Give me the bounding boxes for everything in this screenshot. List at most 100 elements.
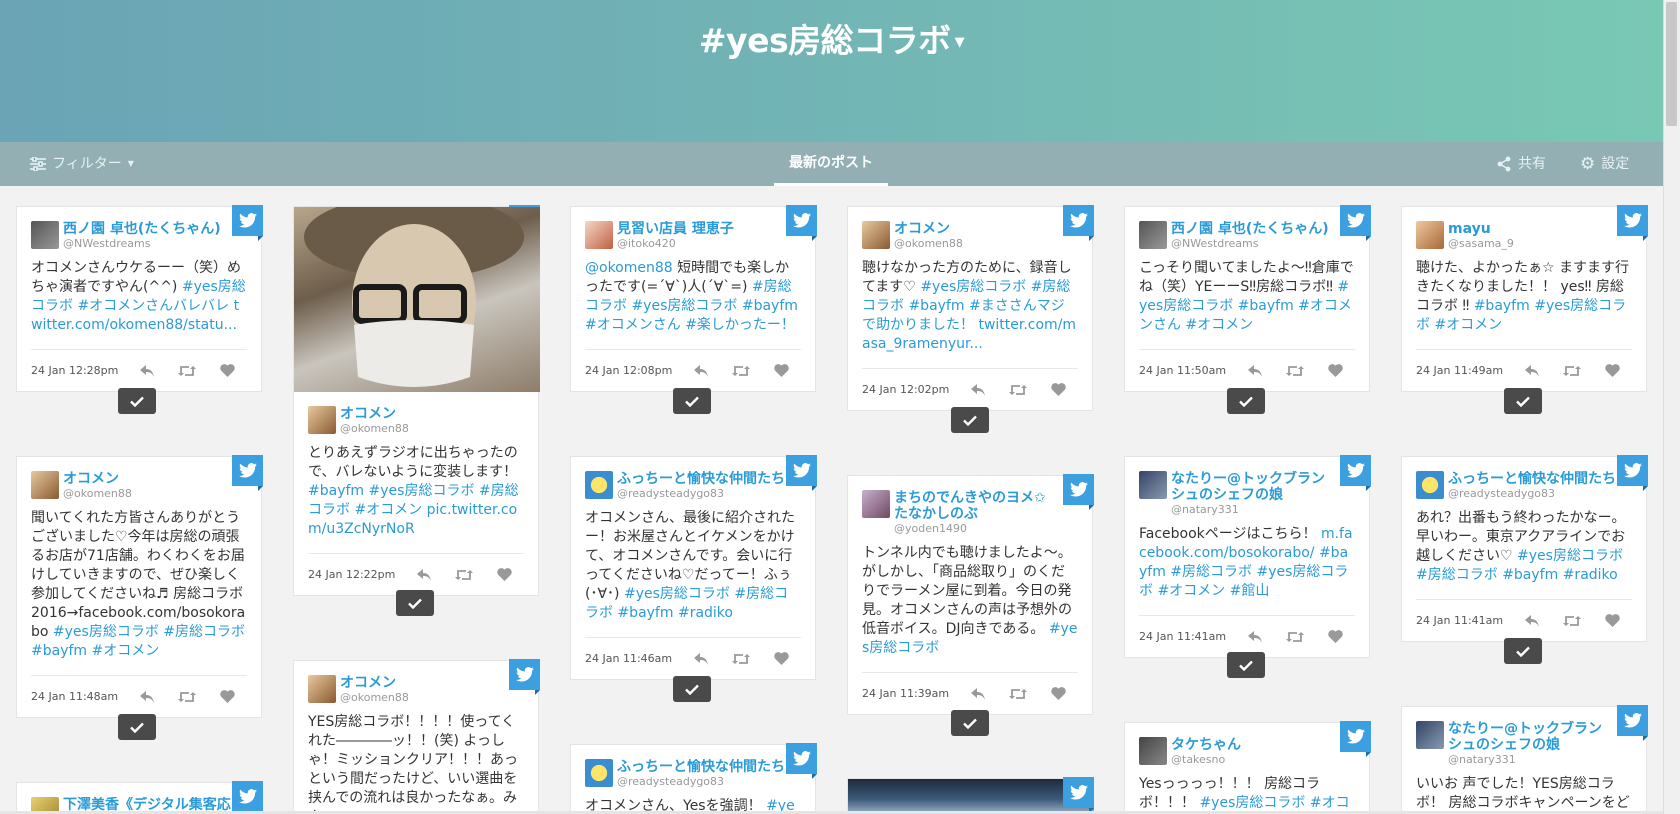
approve-check-button[interactable] (1504, 388, 1542, 414)
reply-icon[interactable] (958, 687, 998, 700)
approve-check-button[interactable] (951, 407, 989, 433)
retweet-icon[interactable] (721, 653, 761, 665)
author-handle[interactable]: @NWestdreams (1171, 237, 1329, 251)
approve-check-button[interactable] (951, 710, 989, 736)
author-name[interactable]: mayu (1448, 221, 1514, 237)
approve-check-button[interactable] (1227, 652, 1265, 678)
board-title[interactable]: #yes房総コラボ ▼ (0, 14, 1663, 62)
author-handle[interactable]: @okomen88 (894, 237, 963, 251)
twitter-icon[interactable] (786, 205, 817, 241)
author-handle[interactable]: @okomen88 (340, 422, 409, 436)
retweet-icon[interactable] (1552, 615, 1592, 627)
twitter-icon[interactable] (1340, 455, 1371, 491)
avatar[interactable] (585, 221, 613, 249)
author-handle[interactable]: @okomen88 (340, 691, 409, 705)
hashtag-link[interactable]: #オコメン (1434, 317, 1502, 333)
twitter-icon[interactable] (232, 455, 263, 491)
avatar[interactable] (31, 471, 59, 499)
post-card[interactable]: なたりー@トックブランシュのシェフの娘 @natary331 Facebookペー… (1124, 455, 1371, 658)
share-button[interactable]: 共有 (1496, 142, 1546, 186)
author-handle[interactable]: @natary331 (1171, 503, 1331, 517)
author-handle[interactable]: @NWestdreams (63, 237, 221, 251)
twitter-icon[interactable] (1063, 777, 1094, 813)
author-handle[interactable]: @itoko420 (617, 237, 734, 251)
hashtag-link[interactable]: #bayfm (308, 483, 364, 499)
twitter-icon[interactable] (786, 455, 817, 491)
vertical-scrollbar[interactable] (1663, 0, 1680, 814)
like-icon[interactable] (484, 568, 524, 581)
approve-check-button[interactable] (1227, 388, 1265, 414)
reply-icon[interactable] (681, 652, 721, 665)
retweet-icon[interactable] (444, 569, 484, 581)
approve-check-button[interactable] (118, 388, 156, 414)
author-name[interactable]: なたりー@トックブランシュのシェフの娘 (1171, 471, 1331, 503)
author-name[interactable]: オコメン (63, 471, 132, 487)
hashtag-link[interactable]: #bayfm (908, 298, 964, 314)
retweet-icon[interactable] (721, 365, 761, 377)
author-name[interactable]: タケちゃん (1171, 737, 1241, 753)
hashtag-link[interactable]: #yes房総コラボ (631, 298, 737, 314)
retweet-icon[interactable] (998, 688, 1038, 700)
post-card[interactable]: オコメン @okomen88 聴けなかった方のために、録音してます♡ #yes房総… (847, 205, 1094, 411)
twitter-icon[interactable] (786, 743, 817, 779)
reply-icon[interactable] (1512, 614, 1552, 627)
reply-icon[interactable] (404, 568, 444, 581)
twitter-icon[interactable] (1617, 455, 1648, 491)
hashtag-link[interactable]: #オコメン (1185, 317, 1253, 333)
author-name[interactable]: なたりー@トックブランシュのシェフの娘 (1448, 721, 1608, 753)
hashtag-link[interactable]: #yes房総コラボ (920, 279, 1026, 295)
hashtag-link[interactable]: #radiko (1563, 567, 1618, 583)
post-card[interactable]: オコメン @okomen88 聞いてくれた方皆さんありがとうございました♡今年は房… (16, 455, 263, 718)
avatar[interactable] (862, 221, 890, 249)
post-card[interactable]: 西ノ園 卓也(たくちゃん) @NWestdreams オコメンさんウケるーー（笑）… (16, 205, 263, 392)
post-card[interactable]: オコメン @okomen88 YES房総コラボ！！！！使ってくれた――――ッ！！(… (293, 659, 540, 814)
like-icon[interactable] (761, 364, 801, 377)
twitter-icon[interactable] (1063, 474, 1094, 510)
post-photo[interactable] (848, 779, 1094, 814)
like-icon[interactable] (207, 364, 247, 377)
avatar[interactable] (1139, 737, 1167, 765)
twitter-icon[interactable] (1617, 205, 1648, 241)
hashtag-link[interactable]: #館山 (1230, 583, 1270, 599)
author-handle[interactable]: @takesno (1171, 753, 1241, 767)
like-icon[interactable] (761, 652, 801, 665)
like-icon[interactable] (1592, 364, 1632, 377)
like-icon[interactable] (1592, 614, 1632, 627)
post-card[interactable]: オコメン @okomen88 とりあえずラジオに出ちゃったので、バレないように変装… (293, 205, 540, 596)
hashtag-link[interactable]: #yes房総コラボ (1199, 795, 1305, 811)
hashtag-link[interactable]: #bayfm (1474, 298, 1530, 314)
scrollbar-thumb[interactable] (1666, 2, 1677, 126)
hashtag-link[interactable]: #bayfm (617, 605, 673, 621)
reply-icon[interactable] (1235, 630, 1275, 643)
hashtag-link[interactable]: #房総コラボ (163, 624, 245, 640)
hashtag-link[interactable]: #楽しかったー！ (685, 317, 795, 333)
reply-icon[interactable] (1235, 364, 1275, 377)
post-card[interactable]: タケちゃん @takesno Yesっっっっ！！！ 房総コラボ！！！ #yes房総… (1124, 721, 1371, 814)
author-handle[interactable]: @readysteadygo83 (1448, 487, 1616, 501)
avatar[interactable] (1416, 471, 1444, 499)
reply-icon[interactable] (958, 383, 998, 396)
author-handle[interactable]: @yoden1490 (894, 522, 1054, 536)
settings-button[interactable]: ⚙ 設定 (1580, 142, 1629, 186)
author-handle[interactable]: @readysteadygo83 (617, 487, 785, 501)
avatar[interactable] (585, 471, 613, 499)
post-card[interactable]: mayu @sasama_9 聴けた、よかったぁ☆ ますます行きたくなりました！！… (1401, 205, 1648, 392)
like-icon[interactable] (1315, 364, 1355, 377)
avatar[interactable] (1139, 471, 1167, 499)
chevron-down-icon[interactable]: ▼ (955, 35, 965, 50)
avatar[interactable] (585, 759, 613, 787)
author-name[interactable]: ふっちーと愉快な仲間たち (617, 471, 785, 487)
author-name[interactable]: 西ノ園 卓也(たくちゃん) (63, 221, 221, 237)
author-name[interactable]: オコメン (340, 406, 409, 422)
post-card[interactable]: まちのでんきやのヨメ✩たなかしのぶ @yoden1490 トンネル内でも聴けました… (847, 474, 1094, 715)
avatar[interactable] (1416, 721, 1444, 749)
twitter-icon[interactable] (1340, 721, 1371, 757)
post-card[interactable]: ふっちーと愉快な仲間たち @readysteadygo83 オコメンさん、Yesを… (570, 743, 817, 814)
hashtag-link[interactable]: #yes房総コラボ (53, 624, 159, 640)
hashtag-link[interactable]: #bayfm (1238, 298, 1294, 314)
author-name[interactable]: 西ノ園 卓也(たくちゃん) (1171, 221, 1329, 237)
twitter-icon[interactable] (1617, 705, 1648, 741)
author-name[interactable]: オコメン (894, 221, 963, 237)
post-card[interactable]: 西ノ園 卓也(たくちゃん) @NWestdreams こっそり聞いてましたよ〜‼倉… (1124, 205, 1371, 392)
post-card[interactable]: ふっちーと愉快な仲間たち @readysteadygo83 オコメンさん、最後に紹… (570, 455, 817, 680)
